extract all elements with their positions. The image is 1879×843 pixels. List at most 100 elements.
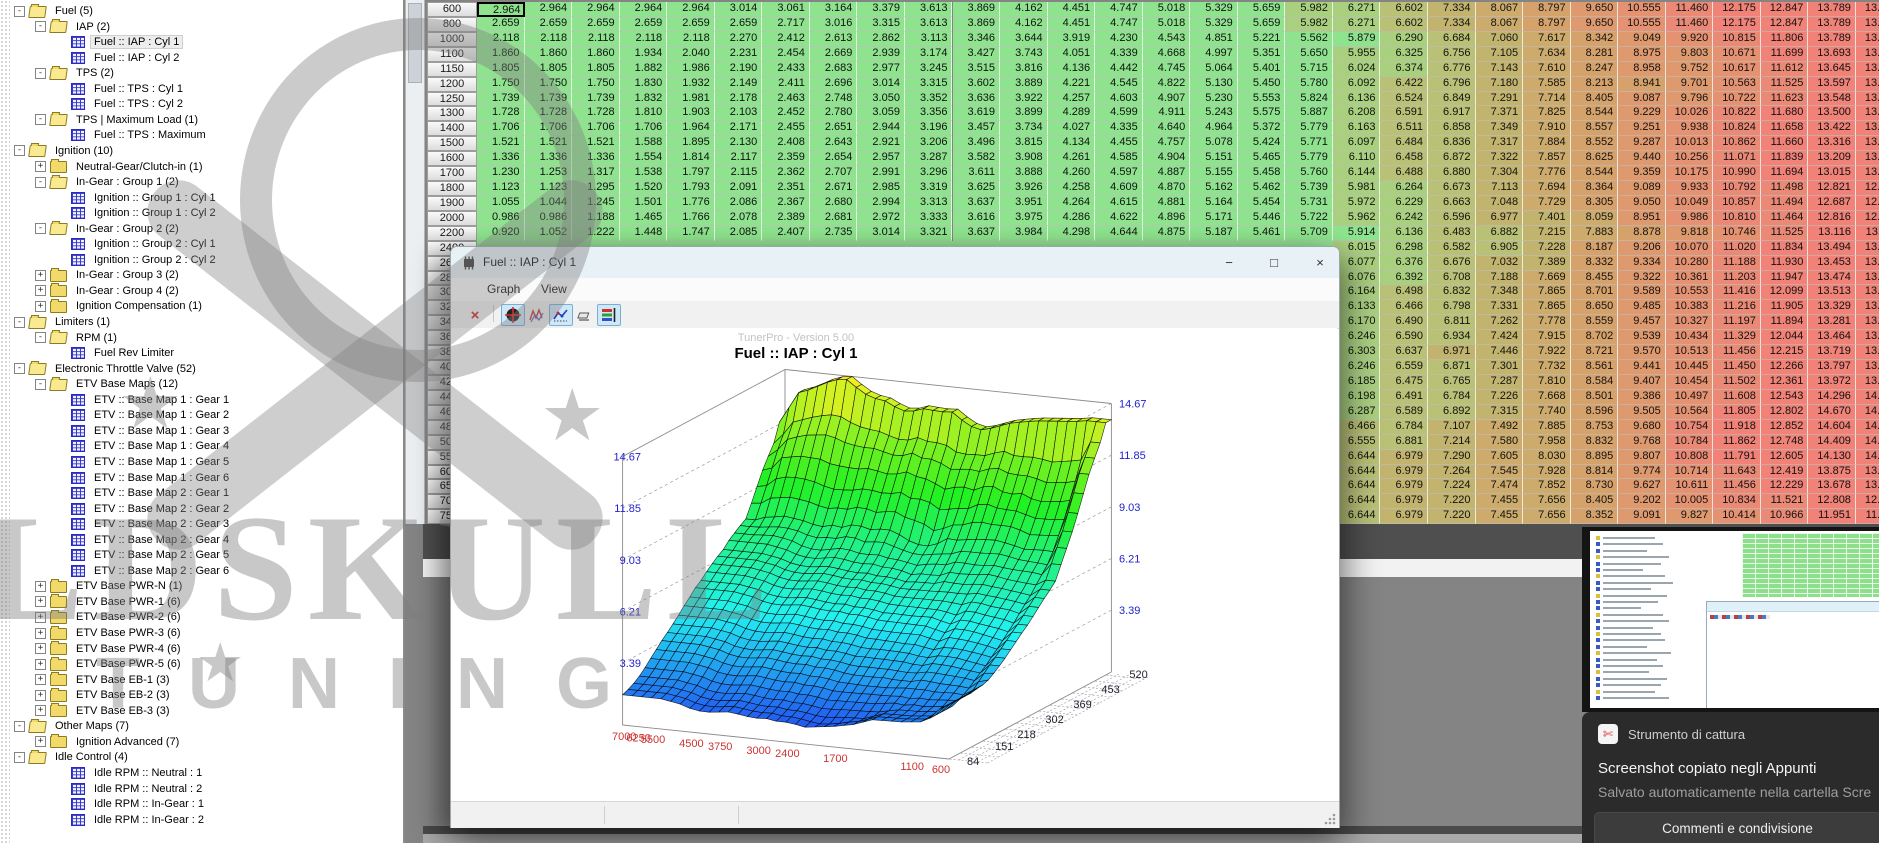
table-cell[interactable]: 10.563 xyxy=(1713,77,1761,92)
table-cell[interactable]: 11.494 xyxy=(1761,196,1809,211)
table-cell[interactable]: 1.538 xyxy=(620,166,668,181)
table-cell[interactable]: 2.103 xyxy=(715,106,763,121)
table-cell[interactable]: 10.555 xyxy=(1618,17,1666,32)
table-cell[interactable]: 11.947 xyxy=(1761,271,1809,286)
table-cell[interactable]: 8.552 xyxy=(1571,136,1619,151)
table-cell[interactable]: 6.796 xyxy=(1428,77,1476,92)
expand-icon[interactable]: + xyxy=(35,596,46,607)
table-cell[interactable]: 3.050 xyxy=(857,92,905,107)
table-cell[interactable]: 11.951 xyxy=(1808,509,1856,524)
table-cell[interactable]: 5.187 xyxy=(1190,226,1238,241)
tree-item-label[interactable]: ETV :: Base Map 2 : Gear 1 xyxy=(90,486,233,500)
expand-icon[interactable]: + xyxy=(35,674,46,685)
table-cell[interactable]: 4.289 xyxy=(1048,106,1096,121)
table-cell[interactable]: 3.636 xyxy=(953,92,1001,107)
tree-item[interactable]: Fuel :: IAP : Cyl 2 xyxy=(56,50,183,66)
table-cell[interactable]: 5.151 xyxy=(1190,151,1238,166)
table-cell[interactable]: 7.188 xyxy=(1476,271,1524,286)
table-cell[interactable]: 10.013 xyxy=(1666,136,1714,151)
tree-item[interactable]: -Idle Control (4) xyxy=(14,749,132,765)
table-cell[interactable]: 8.941 xyxy=(1618,77,1666,92)
table-cell[interactable]: 7.922 xyxy=(1523,345,1571,360)
table-cell[interactable]: 4.964 xyxy=(1190,121,1238,136)
eraser-icon[interactable] xyxy=(573,304,597,326)
table-cell[interactable]: 3.613 xyxy=(905,17,953,32)
table-cell[interactable]: 5.955 xyxy=(1333,47,1381,62)
table-cell[interactable]: 12.361 xyxy=(1761,375,1809,390)
tree-item[interactable]: -In-Gear : Group 1 (2) xyxy=(35,174,183,190)
table-cell[interactable]: 2.351 xyxy=(762,181,810,196)
table-cell[interactable]: 6.422 xyxy=(1380,77,1428,92)
table-cell[interactable]: 10.513 xyxy=(1666,345,1714,360)
table-cell[interactable]: 6.676 xyxy=(1428,256,1476,271)
table-cell[interactable]: 9.589 xyxy=(1618,285,1666,300)
table-cell[interactable]: 3.889 xyxy=(1000,77,1048,92)
table-cell[interactable]: 8.702 xyxy=(1571,330,1619,345)
table-cell[interactable]: 9.049 xyxy=(1618,32,1666,47)
table-cell[interactable]: 10.824 xyxy=(1713,121,1761,136)
table-cell[interactable]: 6.264 xyxy=(1380,181,1428,196)
tree-item-label[interactable]: ETV :: Base Map 2 : Gear 5 xyxy=(90,548,233,562)
table-cell[interactable]: 5.709 xyxy=(1285,226,1333,241)
table-cell[interactable]: 1.805 xyxy=(525,62,573,77)
table-cell[interactable]: 6.374 xyxy=(1380,62,1428,77)
table-cell[interactable]: 4.747 xyxy=(1095,2,1143,17)
table-cell[interactable]: 13.789 xyxy=(1808,2,1856,17)
table-cell[interactable]: 2.433 xyxy=(762,62,810,77)
tree-item[interactable]: -TPS (2) xyxy=(35,65,118,81)
table-cell[interactable]: 5.982 xyxy=(1285,2,1333,17)
table-cell[interactable]: 2.270 xyxy=(715,32,763,47)
table-cell[interactable]: 8.878 xyxy=(1618,226,1666,241)
table-cell[interactable]: 2.957 xyxy=(857,151,905,166)
table-cell[interactable]: 7.220 xyxy=(1428,509,1476,524)
expand-icon[interactable]: + xyxy=(35,643,46,654)
table-cell[interactable]: 6.979 xyxy=(1380,479,1428,494)
table-cell[interactable]: 6.290 xyxy=(1380,32,1428,47)
tree-item[interactable]: ETV :: Base Map 1 : Gear 6 xyxy=(56,470,233,486)
table-cell[interactable]: 11.502 xyxy=(1713,375,1761,390)
table-cell[interactable]: 7.928 xyxy=(1523,465,1571,480)
table-cell[interactable]: 7.220 xyxy=(1428,494,1476,509)
table-cell[interactable]: 0.986 xyxy=(477,211,525,226)
table-cell[interactable]: 13.693 xyxy=(1808,47,1856,62)
table-cell[interactable]: 6.110 xyxy=(1333,151,1381,166)
table-cell[interactable]: 3.352 xyxy=(905,92,953,107)
table-cell[interactable]: 1.245 xyxy=(572,196,620,211)
table-cell[interactable]: 13.678 xyxy=(1808,479,1856,494)
table-cell[interactable]: 13.500 xyxy=(1856,106,1879,121)
table-cell[interactable]: 6.242 xyxy=(1380,211,1428,226)
table-cell[interactable]: 11.806 xyxy=(1761,32,1809,47)
table-cell[interactable]: 1.964 xyxy=(667,121,715,136)
tree-item[interactable]: -Limiters (1) xyxy=(14,314,114,330)
tree-item-label[interactable]: ETV Base EB-2 (3) xyxy=(72,688,174,702)
table-cell[interactable]: 11.894 xyxy=(1761,315,1809,330)
tree-item-label[interactable]: Ignition Compensation (1) xyxy=(72,299,206,313)
table-cell[interactable]: 1.986 xyxy=(667,62,715,77)
tree-item[interactable]: ETV :: Base Map 1 : Gear 1 xyxy=(56,392,233,408)
table-cell[interactable]: 12.821 xyxy=(1856,181,1879,196)
table-cell[interactable]: 3.016 xyxy=(810,17,858,32)
table-cell[interactable]: 8.187 xyxy=(1571,241,1619,256)
tree-item-label[interactable]: Ignition (10) xyxy=(51,144,117,158)
table-cell[interactable]: 9.803 xyxy=(1666,47,1714,62)
table-cell[interactable]: 5.450 xyxy=(1238,77,1286,92)
tree-item[interactable]: Ignition :: Group 2 : Cyl 2 xyxy=(56,252,220,268)
table-cell[interactable]: 5.329 xyxy=(1190,17,1238,32)
table-cell[interactable]: 8.544 xyxy=(1571,106,1619,121)
table-cell[interactable]: 14.604 xyxy=(1808,420,1856,435)
table-cell[interactable]: 10.564 xyxy=(1666,405,1714,420)
table-vertical-scrollbar[interactable] xyxy=(405,0,425,524)
graph-canvas[interactable]: TunerPro - Version 5.00 Fuel :: IAP : Cy… xyxy=(451,328,1337,801)
table-cell[interactable]: 6.871 xyxy=(1428,360,1476,375)
table-cell[interactable]: 13.422 xyxy=(1856,121,1879,136)
table-cell[interactable]: 4.162 xyxy=(1000,2,1048,17)
table-cell[interactable]: 6.917 xyxy=(1428,106,1476,121)
table-cell[interactable]: 6.798 xyxy=(1428,300,1476,315)
table-cell[interactable]: 12.266 xyxy=(1761,360,1809,375)
table-cell[interactable]: 7.810 xyxy=(1523,375,1571,390)
table-cell[interactable]: 7.474 xyxy=(1476,479,1524,494)
table-cell[interactable]: 2.659 xyxy=(572,17,620,32)
table-cell[interactable]: 11.643 xyxy=(1713,465,1761,480)
table-cell[interactable]: 12.605 xyxy=(1761,450,1809,465)
table-cell[interactable]: 7.885 xyxy=(1523,420,1571,435)
